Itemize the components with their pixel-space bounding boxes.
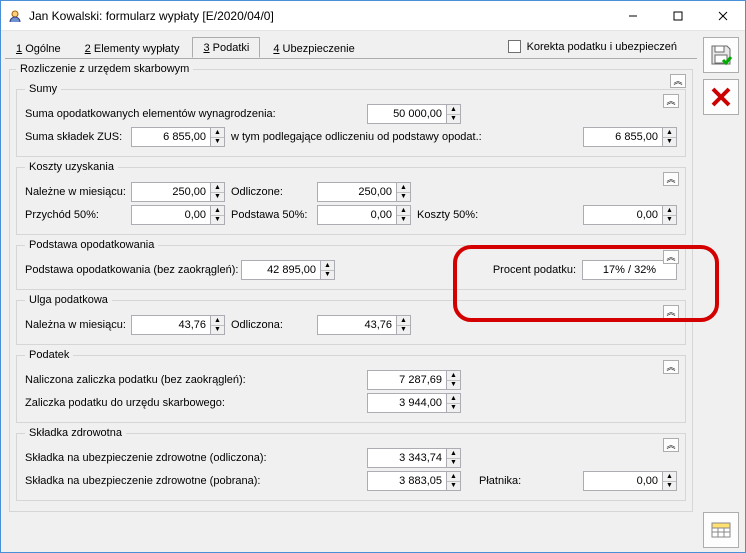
ulga-odl-field[interactable]: ▲▼ (317, 315, 411, 335)
zdr-pob-label: Składka na ubezpieczenie zdrowotne (pobr… (25, 475, 285, 487)
koszty50-label: Koszty 50%: (417, 209, 487, 221)
podst-opodat-label: Podstawa opodatkowania (bez zaokrągleń): (25, 264, 235, 276)
nalicz-label: Naliczona zaliczka podatku (bez zaokrągl… (25, 374, 265, 386)
tab-podatki[interactable]: 3 Podatki (192, 37, 260, 58)
podstawa50-label: Podstawa 50%: (231, 209, 311, 221)
maximize-button[interactable] (655, 1, 700, 30)
tab-ogolne[interactable]: 1 Ogólne (5, 38, 72, 58)
odliczone-field[interactable]: ▲▼ (317, 182, 411, 202)
collapse-podatek[interactable]: ︽ (663, 360, 679, 374)
zdr-odl-field[interactable]: ▲▼ (367, 448, 461, 468)
window-title: Jan Kowalski: formularz wypłaty [E/2020/… (29, 9, 610, 23)
korekta-checkbox[interactable] (508, 40, 521, 53)
tab-bar: 1 Ogólne 2 Elementy wypłaty 3 Podatki 4 … (5, 35, 697, 59)
cancel-button[interactable] (703, 79, 739, 115)
tab-pane: Rozliczenie z urzędem skarbowym ︽ Sumy ︽… (5, 59, 697, 548)
koszty50-field[interactable]: ▲▼ (583, 205, 677, 225)
tab-ubezpieczenie[interactable]: 4 Ubezpieczenie (262, 38, 365, 58)
tab-elementy[interactable]: 2 Elementy wypłaty (74, 38, 191, 58)
zdr-pob-field[interactable]: ▲▼ (367, 471, 461, 491)
odliczone-label: Odliczone: (231, 186, 311, 198)
korekta-wrap: Korekta podatku i ubezpieczeń (508, 40, 697, 53)
suma-zus-label: Suma składek ZUS: (25, 131, 125, 143)
group-ulga: Ulga podatkowa ︽ Należna w miesiącu: ▲▼ … (16, 294, 686, 345)
close-button[interactable] (700, 1, 745, 30)
group-ulga-legend: Ulga podatkowa (25, 294, 112, 306)
ulga-nal-field[interactable]: ▲▼ (131, 315, 225, 335)
group-koszty: Koszty uzyskania ︽ Należne w miesiącu: ▲… (16, 161, 686, 235)
zal-label: Zaliczka podatku do urzędu skarbowego: (25, 397, 265, 409)
podstawa50-field[interactable]: ▲▼ (317, 205, 411, 225)
save-button[interactable] (703, 37, 739, 73)
ulga-odl-label: Odliczona: (231, 319, 311, 331)
korekta-label: Korekta podatku i ubezpieczeń (527, 41, 677, 53)
nalicz-field[interactable]: ▲▼ (367, 370, 461, 390)
minimize-button[interactable] (610, 1, 655, 30)
collapse-koszty[interactable]: ︽ (663, 172, 679, 186)
body: 1 Ogólne 2 Elementy wypłaty 3 Podatki 4 … (1, 31, 745, 552)
collapse-ulga[interactable]: ︽ (663, 305, 679, 319)
group-rozliczenie-legend: Rozliczenie z urzędem skarbowym (16, 63, 193, 75)
ulga-nal-label: Należna w miesiącu: (25, 319, 125, 331)
collapse-zdrowotna[interactable]: ︽ (663, 438, 679, 452)
group-rozliczenie: Rozliczenie z urzędem skarbowym ︽ Sumy ︽… (9, 63, 693, 512)
side-toolbar (701, 35, 741, 548)
procent-label: Procent podatku: (493, 264, 576, 276)
group-podstawa-legend: Podstawa opodatkowania (25, 239, 158, 251)
przychod-field[interactable]: ▲▼ (131, 205, 225, 225)
app-icon (7, 8, 23, 24)
w-tym-field[interactable]: ▲▼ (583, 127, 677, 147)
titlebar: Jan Kowalski: formularz wypłaty [E/2020/… (1, 1, 745, 31)
group-zdrowotna-legend: Składka zdrowotna (25, 427, 126, 439)
group-podstawa: Podstawa opodatkowania ︽ Podstawa opodat… (16, 239, 686, 290)
group-sumy-legend: Sumy (25, 83, 61, 95)
platnika-label: Płatnika: (479, 475, 521, 487)
main-column: 1 Ogólne 2 Elementy wypłaty 3 Podatki 4 … (5, 35, 697, 548)
group-koszty-legend: Koszty uzyskania (25, 161, 118, 173)
window: Jan Kowalski: formularz wypłaty [E/2020/… (0, 0, 746, 553)
przychod-label: Przychód 50%: (25, 209, 125, 221)
podst-opodat-field[interactable]: ▲▼ (241, 260, 335, 280)
suma-opodat-field[interactable]: ▲▼ (367, 104, 461, 124)
suma-opodat-label: Suma opodatkowanych elementów wynagrodze… (25, 108, 275, 120)
table-button[interactable] (703, 512, 739, 548)
nalezne-label: Należne w miesiącu: (25, 186, 125, 198)
group-zdrowotna: Składka zdrowotna ︽ Składka na ubezpiecz… (16, 427, 686, 501)
suma-zus-field[interactable]: ▲▼ (131, 127, 225, 147)
zdr-odl-label: Składka na ubezpieczenie zdrowotne (odli… (25, 452, 285, 464)
platnika-field[interactable]: ▲▼ (583, 471, 677, 491)
zal-field[interactable]: ▲▼ (367, 393, 461, 413)
collapse-podstawa[interactable]: ︽ (663, 250, 679, 264)
w-tym-label: w tym podlegające odliczeniu od podstawy… (231, 131, 482, 143)
collapse-sumy[interactable]: ︽ (663, 94, 679, 108)
group-podatek-legend: Podatek (25, 349, 73, 361)
nalezne-field[interactable]: ▲▼ (131, 182, 225, 202)
group-sumy: Sumy ︽ Suma opodatkowanych elementów wyn… (16, 83, 686, 157)
group-podatek: Podatek ︽ Naliczona zaliczka podatku (be… (16, 349, 686, 423)
